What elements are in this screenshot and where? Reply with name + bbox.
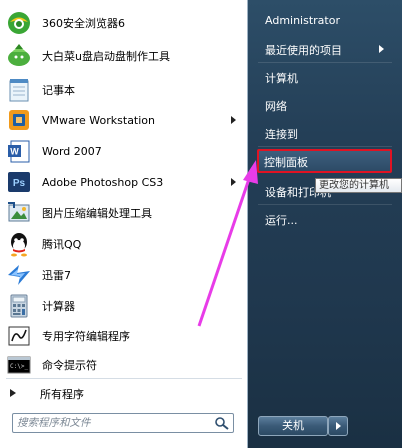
qq-icon <box>11 233 27 257</box>
browser-360-icon <box>8 12 30 34</box>
pinned-programs-panel: 360安全浏览器6 大白菜u盘启动盘制作工具 记事本 VMware Workst… <box>0 0 248 448</box>
submenu-arrow-icon <box>379 45 384 53</box>
program-label: 专用字符编辑程序 <box>42 330 130 343</box>
program-label: 大白菜u盘启动盘制作工具 <box>42 50 170 63</box>
thunder-icon <box>8 265 30 285</box>
tooltip: 更改您的计算机 <box>315 178 402 193</box>
program-label: 计算器 <box>42 300 75 313</box>
program-item-360-browser[interactable]: 360安全浏览器6 <box>0 5 246 41</box>
chevron-right-icon <box>336 422 341 430</box>
network-link[interactable]: 网络 <box>265 98 287 114</box>
program-label: VMware Workstation <box>42 113 156 127</box>
control-panel-link[interactable]: 控制面板 <box>264 154 308 170</box>
program-label: Word 2007 <box>42 144 102 158</box>
program-item-usb-tool[interactable]: 大白菜u盘启动盘制作工具 <box>0 38 246 74</box>
search-box[interactable] <box>12 413 234 433</box>
program-label: 图片压缩编辑处理工具 <box>42 207 152 220</box>
separator <box>6 378 242 379</box>
svg-text:W: W <box>10 147 19 157</box>
run-link[interactable]: 运行... <box>265 212 298 228</box>
all-programs-button[interactable]: 所有程序 <box>0 381 246 405</box>
word-icon: W <box>8 140 30 163</box>
image-tool-icon <box>8 202 30 222</box>
shutdown-options-button[interactable] <box>328 416 348 436</box>
submenu-arrow-icon <box>231 116 236 124</box>
vmware-icon <box>9 110 29 130</box>
all-programs-label: 所有程序 <box>40 388 84 401</box>
separator <box>258 204 392 205</box>
system-links-panel: Administrator 最近使用的项目 计算机 网络 连接到 控制面板 设备… <box>248 0 402 448</box>
separator <box>258 146 392 147</box>
all-programs-arrow-icon <box>10 389 16 397</box>
photoshop-icon: Ps <box>8 172 30 192</box>
program-label: 命令提示符 <box>42 359 97 372</box>
notepad-icon <box>9 79 29 102</box>
program-label: 迅雷7 <box>42 269 71 282</box>
recent-items-link[interactable]: 最近使用的项目 <box>265 42 342 58</box>
program-label: 360安全浏览器6 <box>42 17 125 30</box>
cmd-icon: C:\>_ <box>7 356 31 374</box>
svg-text:Ps: Ps <box>13 178 26 189</box>
char-editor-icon <box>8 326 30 346</box>
usb-tool-icon <box>8 44 30 66</box>
separator <box>258 62 392 63</box>
search-icon[interactable] <box>214 416 230 430</box>
svg-text:C:\>_: C:\>_ <box>10 363 28 370</box>
connect-to-link[interactable]: 连接到 <box>265 126 298 142</box>
user-name-link[interactable]: Administrator <box>265 14 340 27</box>
search-input[interactable] <box>17 415 207 431</box>
shutdown-button[interactable]: 关机 <box>258 416 328 436</box>
program-label: Adobe Photoshop CS3 <box>42 175 164 189</box>
program-label: 记事本 <box>42 84 75 97</box>
computer-link[interactable]: 计算机 <box>265 70 298 86</box>
calculator-icon <box>10 294 28 318</box>
submenu-arrow-icon <box>231 178 236 186</box>
program-label: 腾讯QQ <box>42 238 82 251</box>
